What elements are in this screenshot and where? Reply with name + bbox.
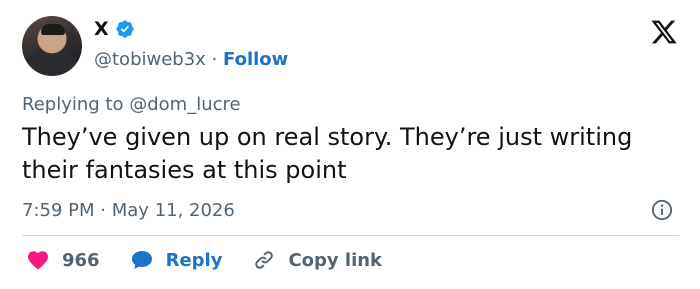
follow-button[interactable]: Follow <box>223 49 288 70</box>
author-name-row: X <box>94 18 135 40</box>
copy-link-label: Copy link <box>288 249 383 271</box>
reply-prefix: Replying to <box>22 94 124 115</box>
tweet-text: They’ve given up on real story. They’re … <box>22 123 633 184</box>
handle-row: @tobiweb3x · Follow <box>94 49 288 70</box>
x-logo-icon[interactable] <box>650 18 678 46</box>
reply-button[interactable]: Reply <box>130 248 223 272</box>
verified-badge-icon <box>116 20 134 38</box>
tweet-date: May 11, 2026 <box>111 200 235 221</box>
author-handle[interactable]: @tobiweb3x <box>94 49 206 70</box>
tweet-time: 7:59 PM <box>22 200 95 221</box>
reply-to-handle[interactable]: @dom_lucre <box>129 94 240 115</box>
copy-link-button[interactable]: Copy link <box>252 248 382 272</box>
link-icon <box>255 251 274 269</box>
action-bar: 966 Reply Copy link <box>26 248 412 272</box>
timestamp[interactable]: 7:59 PM · May 11, 2026 <box>22 200 235 221</box>
divider <box>22 235 679 236</box>
reply-bubble-icon <box>131 251 152 269</box>
info-icon[interactable] <box>651 199 673 221</box>
heart-icon <box>28 251 48 270</box>
author-name[interactable]: X <box>94 18 109 40</box>
reply-label: Reply <box>165 249 223 271</box>
date-separator: · <box>100 200 106 221</box>
reply-context: Replying to @dom_lucre <box>22 94 241 115</box>
avatar[interactable] <box>22 16 82 76</box>
like-count: 966 <box>62 249 100 271</box>
like-button[interactable]: 966 <box>26 248 100 272</box>
handle-separator: · <box>211 49 218 70</box>
